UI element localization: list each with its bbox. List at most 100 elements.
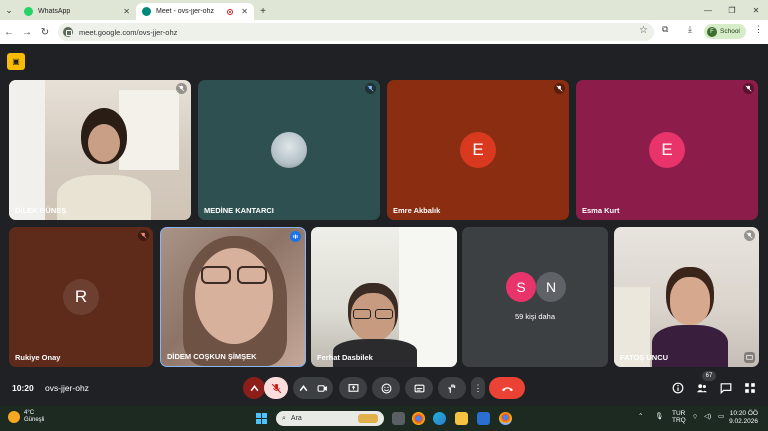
- clock-time: 10:20: [729, 410, 747, 417]
- extensions-icon[interactable]: ⧉: [662, 24, 668, 35]
- mic-options-button[interactable]: [243, 377, 265, 399]
- captions-icon: [414, 384, 424, 392]
- participant-tile[interactable]: E Emre Akbalık: [387, 80, 569, 220]
- bookmark-star-icon[interactable]: ☆: [639, 25, 648, 36]
- mic-off-icon: [176, 83, 187, 94]
- os-taskbar: 4°C Güneşli ⌕ Ara ⌃ 🎙︎ TUR TRQ ⌔ ◁) ▭ 10…: [0, 406, 768, 431]
- close-icon[interactable]: ✕: [123, 7, 130, 16]
- speaking-indicator-icon: [290, 231, 301, 242]
- more-options-button[interactable]: ⋮: [471, 377, 485, 399]
- maximize-icon[interactable]: ❐: [720, 0, 744, 20]
- people-icon[interactable]: [695, 381, 709, 395]
- participant-name: DİLEK GÜNEŞ: [15, 206, 67, 215]
- participant-avatar: S: [506, 272, 536, 302]
- mic-off-icon: [365, 83, 376, 94]
- file-explorer-icon[interactable]: [455, 412, 468, 425]
- hang-up-icon: [501, 386, 513, 391]
- recording-icon: [227, 8, 234, 15]
- camera-button[interactable]: [293, 377, 333, 399]
- participant-avatar: N: [536, 272, 566, 302]
- meet-stage: ▣ DİLEK GÜNEŞ MEDİNE KANTARCI E Emre Akb…: [0, 44, 768, 406]
- wifi-icon[interactable]: ⌔: [692, 412, 698, 421]
- screen: ⌄ WhatsApp ✕ Meet - ovs-jjer-ohz ✕ + — ❐…: [0, 0, 768, 431]
- participant-tile[interactable]: R Rukiye Onay: [9, 227, 153, 367]
- participant-name: FATOŞ UNCU: [620, 353, 669, 362]
- whatsapp-icon: [24, 7, 33, 16]
- mic-off-icon: [743, 83, 754, 94]
- chrome-icon[interactable]: [499, 412, 512, 425]
- emoji-icon: [381, 383, 391, 393]
- participant-avatar: R: [63, 279, 99, 315]
- volume-icon[interactable]: ◁): [704, 412, 711, 420]
- reactions-button[interactable]: [372, 377, 400, 399]
- more-participants-tile[interactable]: S N 59 kişi daha: [462, 227, 608, 367]
- language-code: TUR: [672, 410, 686, 417]
- omnibox[interactable]: meet.google.com/ovs-jjer-ohz ☆: [58, 23, 654, 41]
- search-highlight-icon: [358, 414, 378, 423]
- back-icon[interactable]: ←: [0, 27, 18, 38]
- tab-search-chevron-icon[interactable]: ⌄: [0, 0, 18, 20]
- address-bar: ← → ↻ meet.google.com/ovs-jjer-ohz ☆: [0, 20, 768, 44]
- download-icon[interactable]: ⤓: [688, 24, 692, 35]
- chevron-up-icon: [299, 384, 308, 391]
- profile-button[interactable]: F School: [704, 24, 746, 39]
- present-screen-icon: [348, 383, 358, 392]
- captions-button[interactable]: [405, 377, 433, 399]
- task-view-icon[interactable]: [392, 412, 405, 425]
- participant-tile[interactable]: Ferhat Dasbilek: [311, 227, 457, 367]
- meeting-code: ovs-jjer-ohz: [45, 383, 89, 393]
- participant-tile[interactable]: MEDİNE KANTARCI: [198, 80, 380, 220]
- activities-icon[interactable]: [743, 381, 757, 395]
- url-text: meet.google.com/ovs-jjer-ohz: [79, 27, 178, 37]
- language-indicator[interactable]: TUR TRQ: [672, 410, 686, 424]
- participant-tile[interactable]: E Esma Kurt: [576, 80, 758, 220]
- close-icon[interactable]: ✕: [241, 7, 248, 16]
- reload-icon[interactable]: ↻: [36, 27, 54, 38]
- sun-icon: [8, 411, 20, 423]
- site-info-icon[interactable]: [63, 27, 73, 37]
- participant-name: DİDEM COŞKUN ŞİMŞEK: [167, 352, 257, 361]
- close-window-icon[interactable]: ✕: [744, 0, 768, 20]
- present-button[interactable]: [339, 377, 367, 399]
- new-tab-button[interactable]: +: [254, 3, 272, 20]
- participant-name: Rukiye Onay: [15, 353, 61, 362]
- search-placeholder: Ara: [290, 415, 302, 422]
- microphone-icon[interactable]: 🎙︎: [655, 412, 663, 420]
- participant-tile[interactable]: DİLEK GÜNEŞ: [9, 80, 191, 220]
- weather-temp: 4°C: [24, 410, 35, 416]
- chevron-up-icon: [250, 384, 258, 391]
- windows-start-icon[interactable]: [256, 413, 267, 424]
- taskbar-search[interactable]: ⌕ Ara: [276, 411, 384, 426]
- chat-icon[interactable]: [719, 381, 733, 395]
- leave-call-button[interactable]: [489, 377, 525, 399]
- mic-off-icon: [138, 230, 149, 241]
- system-clock[interactable]: 10:20 ÖÖ 9.02.2026: [728, 410, 758, 426]
- weather-widget[interactable]: 4°C Güneşli: [8, 410, 44, 424]
- minimize-icon[interactable]: —: [696, 0, 720, 20]
- people-count-badge: 67: [702, 371, 716, 381]
- participant-tile[interactable]: FATOŞ UNCU: [614, 227, 759, 367]
- hidden-camera-badge-icon[interactable]: ▣: [7, 53, 25, 70]
- mail-icon[interactable]: [477, 412, 490, 425]
- menu-kebab-icon[interactable]: ⋮: [754, 24, 763, 35]
- battery-icon[interactable]: ▭: [718, 412, 724, 420]
- chrome-icon[interactable]: [412, 412, 425, 425]
- participant-avatar: E: [649, 132, 685, 168]
- participant-photo: [271, 132, 307, 168]
- tab-meet[interactable]: Meet - ovs-jjer-ohz ✕: [136, 3, 254, 20]
- meeting-info-icon[interactable]: [671, 381, 685, 395]
- mic-toggle-button[interactable]: [264, 377, 288, 399]
- tab-whatsapp[interactable]: WhatsApp ✕: [18, 3, 136, 20]
- more-participants-label: 59 kişi daha: [514, 312, 556, 321]
- tab-title: WhatsApp: [38, 8, 71, 15]
- mic-off-icon: [744, 230, 755, 241]
- profile-label: School: [720, 28, 740, 35]
- search-icon: ⌕: [282, 414, 286, 422]
- hand-icon: [447, 383, 455, 393]
- participant-tile-speaking[interactable]: DİDEM COŞKUN ŞİMŞEK: [160, 227, 306, 367]
- chevron-up-icon[interactable]: ⌃: [638, 412, 643, 420]
- edge-icon[interactable]: [433, 412, 446, 425]
- clock-date: 9.02.2026: [729, 418, 758, 425]
- raise-hand-button[interactable]: [438, 377, 466, 399]
- forward-icon[interactable]: →: [18, 27, 36, 38]
